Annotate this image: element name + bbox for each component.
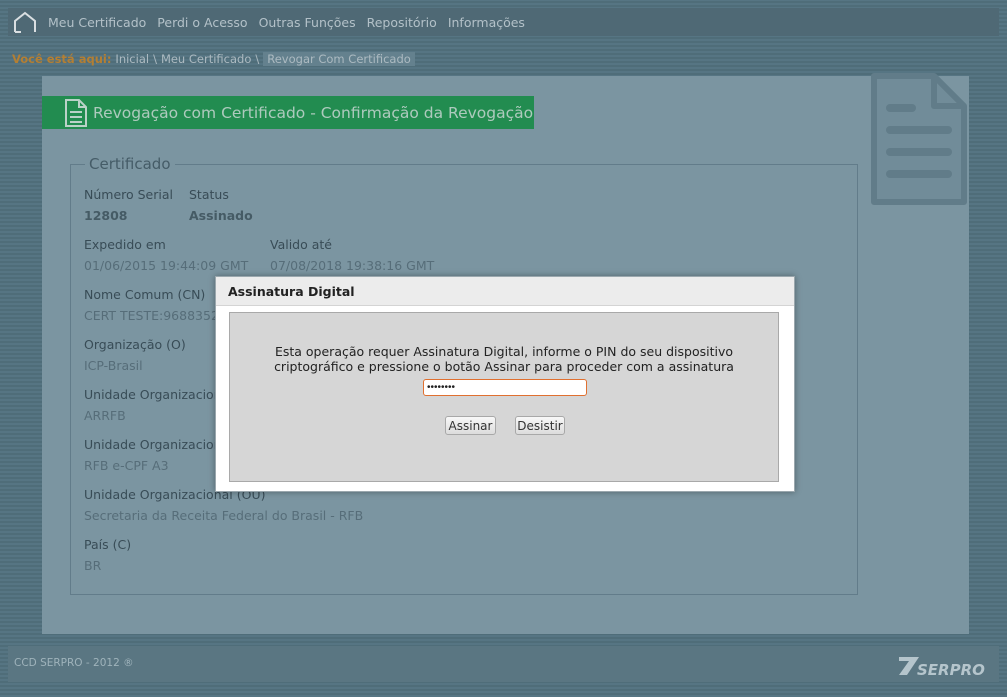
svg-text:SERPRO: SERPRO [917,661,985,679]
cancel-button[interactable]: Desistir [515,416,565,435]
dialog-message: Esta operação requer Assinatura Digital,… [230,344,778,374]
dialog-body: Esta operação requer Assinatura Digital,… [229,312,779,482]
digital-signature-dialog: Assinatura Digital Esta operação requer … [215,276,795,492]
dialog-message-line1: Esta operação requer Assinatura Digital,… [274,344,734,359]
serpro-logo: SERPRO [899,657,985,679]
pin-input[interactable] [423,379,587,396]
sign-button[interactable]: Assinar [445,416,496,435]
copyright: CCD SERPRO - 2012 ® [14,657,134,669]
dialog-title: Assinatura Digital [216,277,794,306]
footer [8,646,999,682]
dialog-message-line2: criptográfico e pressione o botão Assina… [274,359,734,374]
